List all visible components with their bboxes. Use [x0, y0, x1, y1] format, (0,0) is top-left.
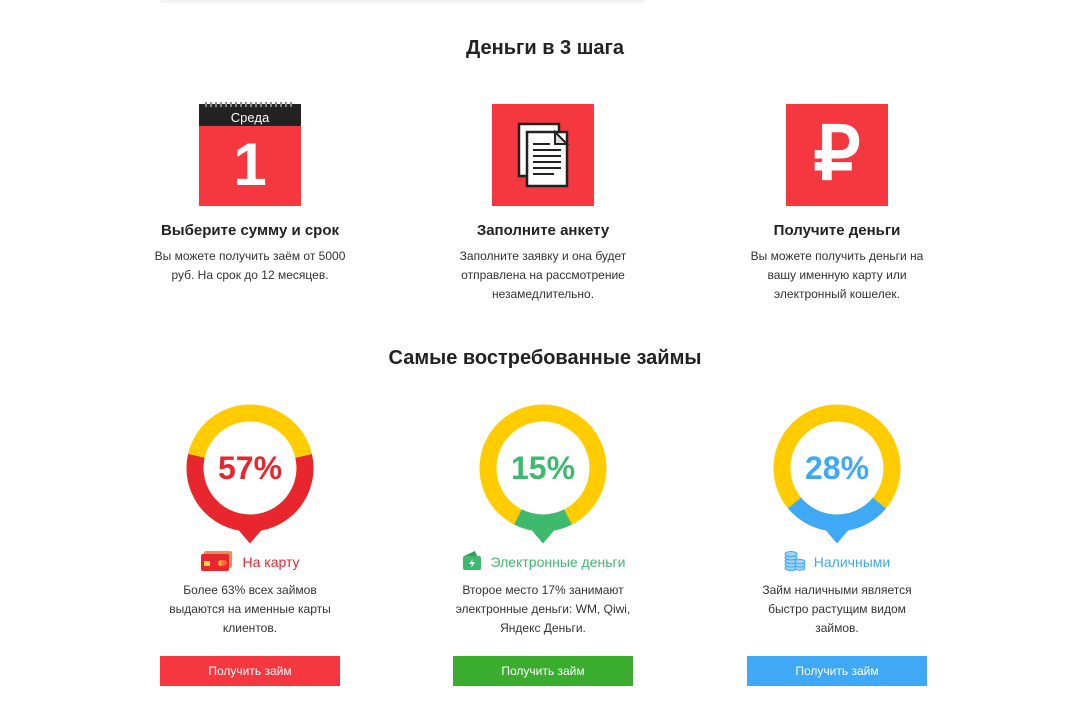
- step-text: Вы можете получить заём от 5000 руб. На …: [154, 249, 346, 282]
- step-choose-amount: Среда 1 Выберите сумму и срок Вы можете …: [130, 102, 370, 285]
- get-loan-button[interactable]: Получить займ: [160, 656, 340, 686]
- loan-card-to-card: 57% На карту Более 63% всех займов выдаю…: [130, 404, 370, 686]
- ring-pointer: [238, 529, 262, 544]
- percent-ring: 15%: [479, 404, 607, 549]
- coins-icon: [784, 550, 806, 575]
- step-text: Заполните заявку и она будет отправлена …: [459, 249, 627, 301]
- top-divider: [160, 0, 645, 3]
- card-label: Электронные деньги: [490, 554, 626, 570]
- card-label: На карту: [242, 554, 300, 570]
- calendar-day-label: Среда: [230, 110, 270, 125]
- loan-card-e-money: 15% Электронные деньги Второе место 17% …: [423, 404, 663, 686]
- ruble-symbol: ₽: [813, 112, 861, 195]
- steps-section-title: Деньги в 3 шага: [466, 37, 624, 59]
- get-loan-button[interactable]: Получить займ: [453, 656, 633, 686]
- calendar-icon: Среда 1: [199, 102, 301, 206]
- get-loan-button[interactable]: Получить займ: [747, 656, 927, 686]
- percent-value: 15%: [510, 450, 576, 486]
- card-label: Наличными: [813, 554, 891, 570]
- calendar-number: 1: [233, 131, 267, 198]
- card-text: Более 63% всех займов выдаются на именны…: [169, 583, 331, 635]
- credit-card-icon: [200, 550, 234, 575]
- loans-section-title: Самые востребованные займы: [388, 347, 702, 369]
- step-title: Получите деньги: [773, 222, 901, 239]
- step-title: Заполните анкету: [476, 222, 610, 239]
- loan-card-cash: 28% Наличными Займ наличными является бы…: [717, 404, 957, 686]
- percent-value: 28%: [804, 450, 870, 486]
- percent-ring: 28%: [773, 404, 901, 549]
- percent-ring: 57%: [186, 404, 314, 549]
- percent-value: 57%: [217, 450, 283, 486]
- wallet-icon: [461, 550, 483, 575]
- step-title: Выберите сумму и срок: [160, 222, 340, 239]
- step-get-money: ₽ Получите деньги Вы можете получить ден…: [717, 104, 957, 304]
- card-text: Второе место 17% занимают электронные де…: [455, 583, 631, 635]
- ruble-icon: ₽: [786, 104, 888, 206]
- ring-pointer: [825, 529, 849, 544]
- step-fill-form: Заполните анкету Заполните заявку и она …: [423, 104, 663, 304]
- document-icon: [492, 104, 594, 206]
- ring-pointer: [531, 529, 555, 544]
- card-text: Займ наличными является быстро растущим …: [762, 583, 912, 635]
- step-text: Вы можете получить деньги на вашу именну…: [750, 249, 924, 301]
